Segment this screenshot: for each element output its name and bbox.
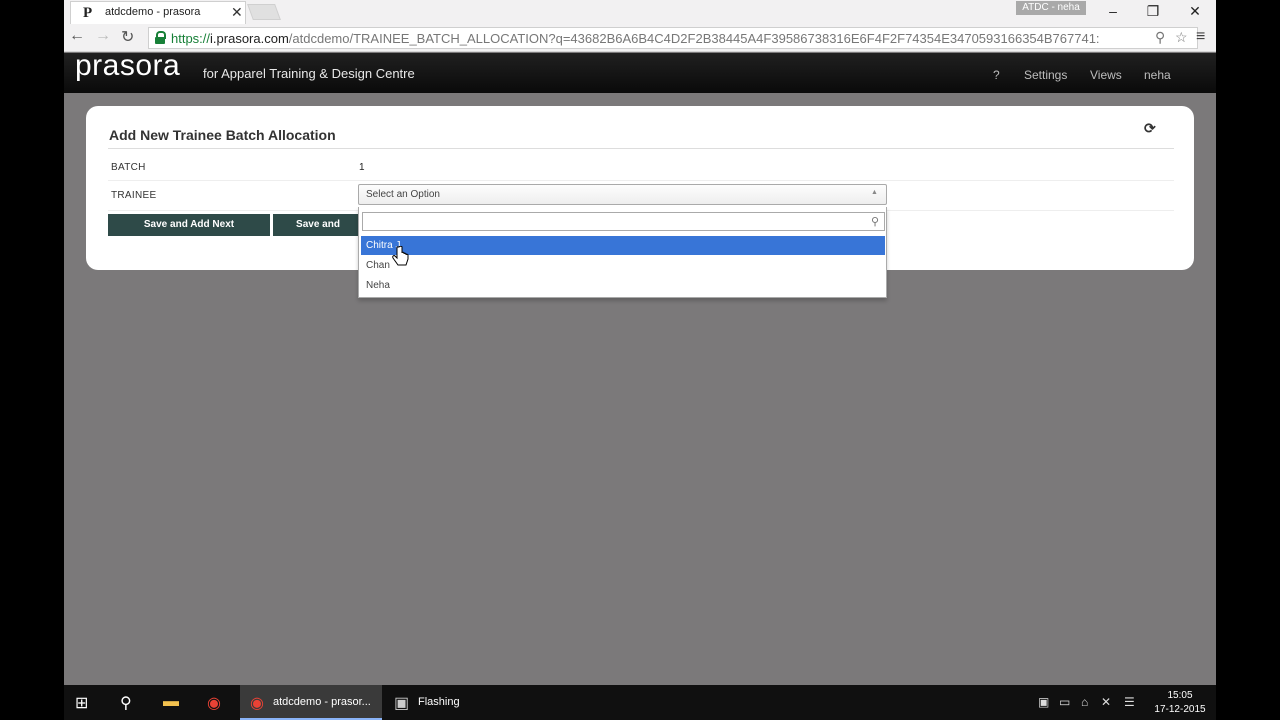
system-clock[interactable]: 15:05 17-12-2015 bbox=[1150, 689, 1210, 717]
batch-label: BATCH bbox=[111, 162, 146, 173]
save-and-add-next-button[interactable]: Save and Add Next bbox=[108, 214, 270, 236]
browser-tabstrip: P atdcdemo - prasora ✕ ATDC - neha – ❐ ✕ bbox=[64, 0, 1216, 24]
row-divider bbox=[108, 180, 1174, 181]
help-link[interactable]: ? bbox=[993, 68, 1000, 82]
minimize-icon[interactable]: – bbox=[1102, 2, 1124, 20]
option-chitra-j[interactable]: Chitra J bbox=[361, 236, 885, 255]
profile-badge[interactable]: ATDC - neha bbox=[1016, 1, 1086, 15]
windows-start-icon[interactable]: ⊞ bbox=[75, 693, 88, 713]
chrome-icon[interactable]: ◉ bbox=[207, 693, 221, 713]
taskbar-chrome-window[interactable]: ◉ atdcdemo - prasor... bbox=[240, 685, 382, 720]
page-title: Add New Trainee Batch Allocation bbox=[109, 127, 336, 143]
window-icon: ▣ bbox=[394, 695, 410, 712]
trainee-dropdown: ⚲ Chitra J Chan Neha bbox=[358, 207, 887, 298]
tab-title: atdcdemo - prasora bbox=[105, 6, 201, 18]
batch-value: 1 bbox=[359, 162, 365, 173]
option-neha[interactable]: Neha bbox=[361, 276, 885, 295]
title-divider bbox=[108, 148, 1174, 149]
dropdown-search-input[interactable]: ⚲ bbox=[362, 212, 885, 231]
desktop-screen: P atdcdemo - prasora ✕ ATDC - neha – ❐ ✕… bbox=[64, 0, 1216, 685]
battery-icon[interactable]: ▭ bbox=[1059, 695, 1070, 709]
network-icon[interactable]: ⌂ bbox=[1081, 695, 1088, 709]
close-tab-icon[interactable]: ✕ bbox=[231, 4, 243, 21]
user-menu[interactable]: neha bbox=[1144, 68, 1171, 82]
prasora-favicon-icon: P bbox=[83, 5, 93, 21]
save-and-close-button[interactable]: Save and bbox=[273, 214, 363, 236]
browser-toolbar: ← → ↻ https://i.prasora.com/atdcdemo/TRA… bbox=[64, 24, 1216, 52]
chrome-menu-icon[interactable]: ≡ bbox=[1196, 28, 1205, 46]
bookmark-star-icon[interactable]: ☆ bbox=[1175, 29, 1188, 46]
file-explorer-icon[interactable]: ▬ bbox=[163, 693, 179, 711]
windows-taskbar: ⊞ ⚲ ▬ ◉ ◉ atdcdemo - prasor... ▣ Flashin… bbox=[64, 685, 1216, 720]
trainee-select-placeholder: Select an Option bbox=[366, 189, 440, 200]
refresh-icon[interactable]: ⟳ bbox=[1144, 120, 1156, 137]
taskbar-flashing-window[interactable]: ▣ Flashing bbox=[384, 685, 492, 720]
back-arrow-icon[interactable]: ← bbox=[69, 27, 85, 45]
reload-icon[interactable]: ↻ bbox=[121, 27, 134, 47]
volume-muted-icon[interactable]: ✕ bbox=[1101, 695, 1111, 709]
views-link[interactable]: Views bbox=[1090, 68, 1122, 82]
trainee-select[interactable]: Select an Option ▲ bbox=[358, 184, 887, 205]
close-window-icon[interactable]: ✕ bbox=[1184, 2, 1206, 20]
search-icon: ⚲ bbox=[871, 216, 880, 228]
url-text[interactable]: https://i.prasora.com/atdcdemo/TRAINEE_B… bbox=[171, 31, 1151, 46]
forward-arrow-icon[interactable]: → bbox=[95, 27, 111, 45]
hand-cursor-icon bbox=[392, 246, 409, 266]
caret-up-icon: ▲ bbox=[871, 189, 878, 196]
settings-link[interactable]: Settings bbox=[1024, 68, 1067, 82]
org-name: for Apparel Training & Design Centre bbox=[203, 66, 415, 81]
restore-icon[interactable]: ❐ bbox=[1142, 2, 1164, 20]
option-chandra[interactable]: Chan bbox=[361, 256, 885, 275]
trainee-label: TRAINEE bbox=[111, 190, 157, 201]
zoom-search-icon[interactable]: ⚲ bbox=[1155, 29, 1165, 46]
app-header: prasora for Apparel Training & Design Ce… bbox=[64, 49, 1216, 93]
chrome-icon: ◉ bbox=[250, 695, 264, 712]
search-icon[interactable]: ⚲ bbox=[120, 693, 132, 713]
lock-icon bbox=[155, 31, 166, 44]
browser-tab[interactable]: P atdcdemo - prasora ✕ bbox=[70, 1, 246, 24]
notifications-icon[interactable]: ☰ bbox=[1124, 695, 1135, 709]
new-tab-button[interactable] bbox=[247, 4, 281, 20]
prasora-logo[interactable]: prasora bbox=[75, 49, 180, 83]
tray-app-icon[interactable]: ▣ bbox=[1038, 695, 1049, 709]
address-bar[interactable]: https://i.prasora.com/atdcdemo/TRAINEE_B… bbox=[148, 27, 1198, 49]
